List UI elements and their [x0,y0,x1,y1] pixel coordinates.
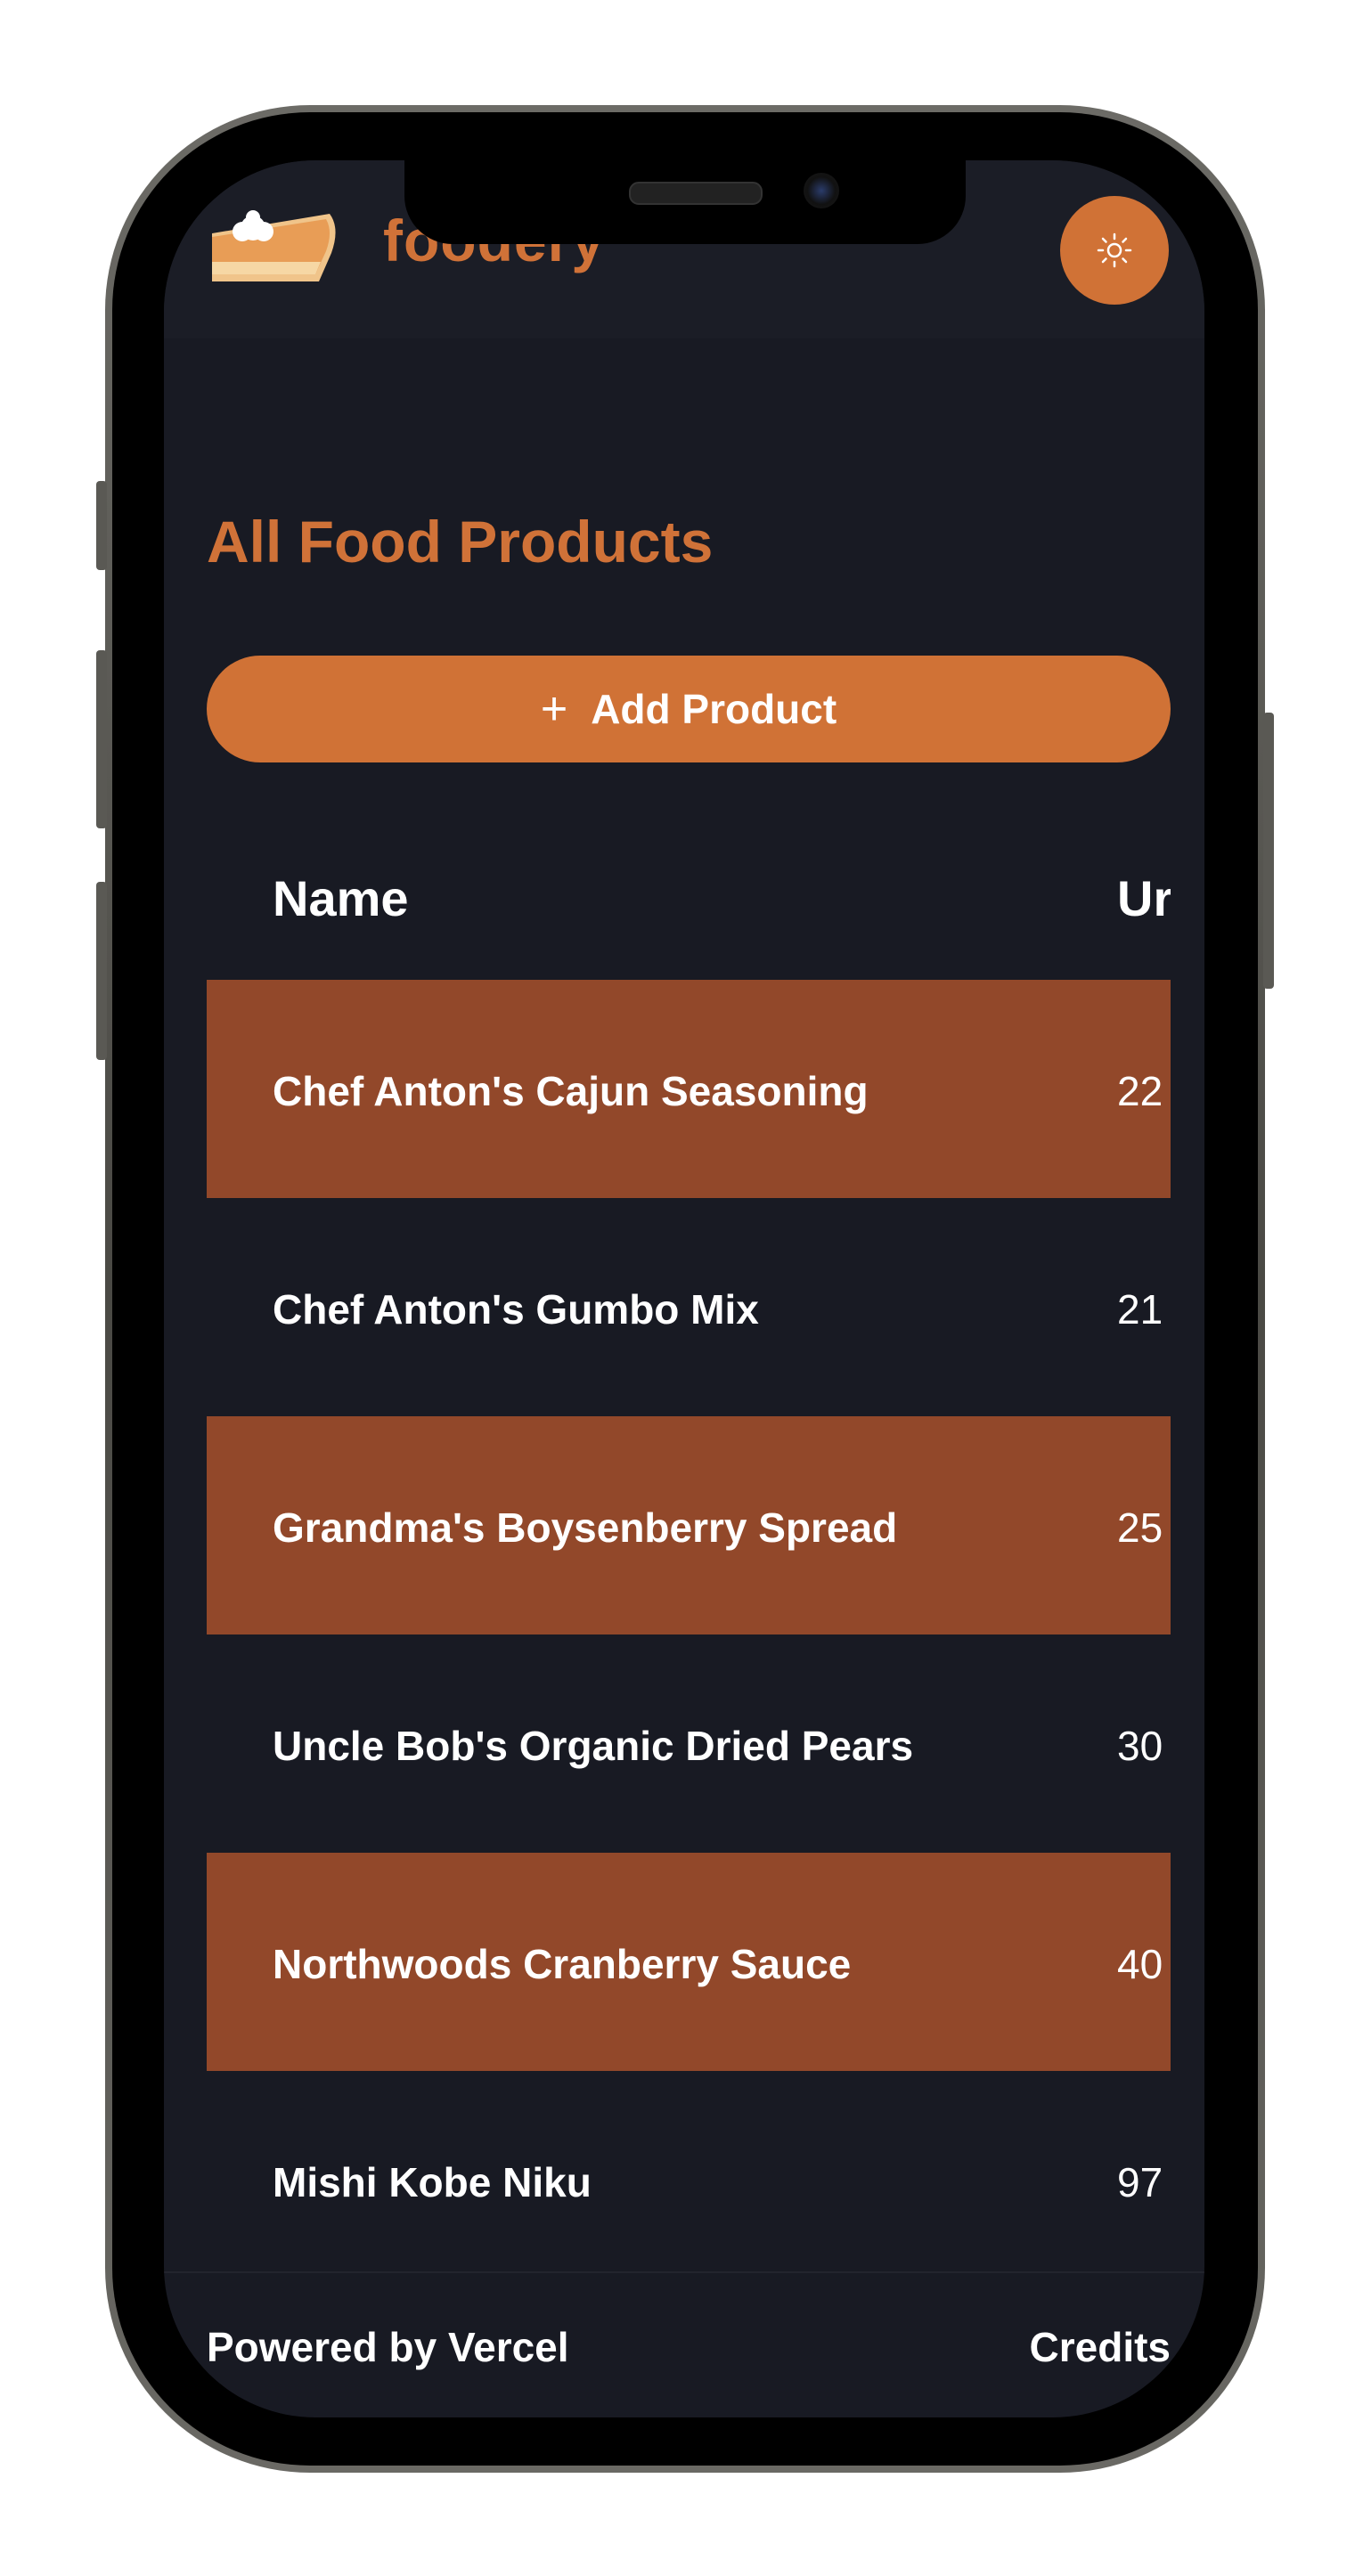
mute-switch [96,481,107,570]
table-row[interactable]: Mishi Kobe Niku 97 [207,2071,1171,2289]
product-name: Northwoods Cranberry Sauce [273,1941,852,1987]
product-name: Chef Anton's Cajun Seasoning [273,1068,869,1114]
product-unit: 30 [1117,1723,1163,1769]
plus-icon: + [540,683,568,735]
table-row[interactable]: Northwoods Cranberry Sauce 40 [207,1853,1171,2071]
table-row[interactable]: Chef Anton's Cajun Seasoning 22 [207,980,1171,1198]
product-unit: 21 [1117,1286,1163,1333]
volume-up-button [96,650,107,828]
volume-down-button [96,882,107,1060]
product-unit: 25 [1117,1504,1163,1551]
notch [404,160,966,244]
front-camera [804,173,839,208]
product-name: Grandma's Boysenberry Spread [273,1504,898,1551]
sun-icon [1097,232,1132,268]
phone-screen: foodery All Food Products + Add Product … [164,160,1204,2417]
product-unit: 22 [1117,1068,1163,1114]
table-row[interactable]: Chef Anton's Gumbo Mix 21 [207,1198,1171,1416]
theme-toggle-button[interactable] [1060,196,1169,305]
table-row[interactable]: Grandma's Boysenberry Spread 25 [207,1416,1171,1634]
column-header-unit[interactable]: Ur [1117,869,1171,927]
table-header: Name Ur [207,802,1171,980]
product-unit: 40 [1117,1941,1163,1987]
footer-divider [164,2271,1204,2273]
power-button [1263,713,1274,989]
product-name: Uncle Bob's Organic Dried Pears [273,1723,914,1769]
product-unit: 97 [1117,2159,1163,2205]
column-header-name[interactable]: Name [273,869,409,927]
add-product-label: Add Product [591,686,837,732]
credits-link[interactable]: Credits [1030,2323,1171,2371]
add-product-button[interactable]: + Add Product [207,656,1171,762]
powered-by-link[interactable]: Powered by Vercel [207,2323,569,2371]
product-name: Chef Anton's Gumbo Mix [273,1286,759,1333]
table-row[interactable]: Uncle Bob's Organic Dried Pears 30 [207,1634,1171,1853]
product-name: Mishi Kobe Niku [273,2159,592,2205]
page-title: All Food Products [207,509,714,575]
pie-slice-icon[interactable] [207,192,340,290]
speaker-grille [629,182,763,205]
products-table: Name Ur Chef Anton's Cajun Seasoning 22 … [207,802,1171,2289]
